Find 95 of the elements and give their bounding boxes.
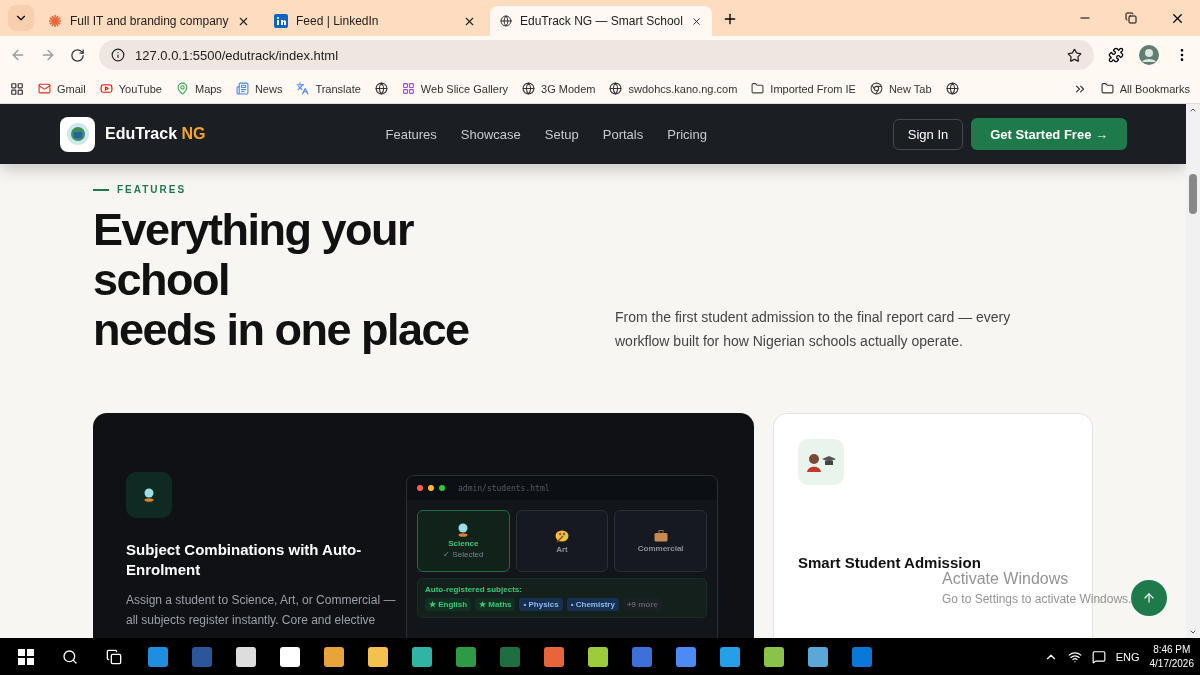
activation-title: Activate Windows — [942, 570, 1070, 588]
bookmark-item[interactable]: New Tab — [869, 82, 932, 95]
chrome-icon — [869, 82, 883, 95]
task-view-icon — [106, 648, 122, 665]
tab-search-button[interactable] — [8, 5, 34, 31]
nav-link[interactable]: Showcase — [460, 126, 521, 142]
language-indicator[interactable]: ENG — [1115, 650, 1140, 663]
stream-option[interactable]: Science ✓ Selected — [417, 510, 510, 572]
bookmark-item[interactable] — [945, 82, 959, 95]
bookmark-item[interactable] — [374, 82, 388, 95]
student-graduate-icon — [806, 451, 836, 473]
play-icon — [99, 82, 113, 95]
globe-icon — [374, 82, 388, 95]
subject-tag: +9 more — [622, 598, 662, 611]
search-icon — [62, 648, 78, 665]
selected-note: ✓ Selected — [443, 550, 484, 559]
linkedin-icon — [274, 14, 288, 28]
brand-name[interactable]: EduTrack NG — [105, 125, 206, 143]
browser-tab[interactable]: EduTrack NG — Smart School — [490, 6, 712, 36]
tab-title: Feed | LinkedIn — [296, 14, 380, 28]
feature-description: Assign a student to Science, Art, or Commercial — all subjects register instantly. Core and elective — [126, 592, 397, 629]
logo-icon[interactable] — [60, 116, 95, 152]
globe-icon — [500, 14, 512, 28]
slice-icon — [401, 82, 415, 95]
subjects-label: Auto-registered subjects: — [425, 585, 523, 594]
back-icon[interactable] — [10, 47, 26, 63]
forward-icon[interactable] — [40, 47, 56, 63]
subject-tag: ★ English — [425, 598, 472, 611]
palette-icon — [555, 528, 569, 543]
burst-icon — [48, 14, 62, 28]
bookmark-item[interactable]: Imported From IE — [751, 82, 856, 95]
nav-link[interactable]: Pricing — [667, 126, 707, 142]
info-icon[interactable] — [111, 48, 125, 62]
map-pin-icon — [175, 82, 189, 95]
activation-hint: Go to Settings to activate Windows. — [942, 592, 1132, 606]
restore-icon — [1125, 12, 1137, 24]
new-tab-icon[interactable] — [722, 11, 738, 27]
feature-title: Smart Student Admission — [798, 553, 982, 572]
crystal-ball-icon — [457, 523, 470, 537]
reload-icon[interactable] — [70, 47, 85, 63]
arrow-up-icon — [1142, 591, 1156, 605]
folder-icon — [1100, 82, 1114, 95]
feature-title: Subject Combinations with Auto-Enrolment — [126, 540, 363, 580]
folder-icon — [751, 82, 765, 95]
mockup-path: admin/students.html — [458, 483, 550, 493]
nav-link[interactable]: Setup — [544, 126, 579, 142]
bookmark-item[interactable]: YouTube — [99, 82, 162, 95]
section-eyebrow: FEATURES — [117, 184, 187, 195]
notification-icon[interactable] — [1091, 649, 1106, 664]
browser-tab[interactable]: Feed | LinkedIn — [264, 6, 486, 36]
bookmark-item[interactable]: All Bookmarks — [1100, 82, 1190, 95]
subject-tag: ★ Maths — [475, 598, 516, 611]
crystal-ball-icon — [143, 488, 155, 502]
translate-icon — [296, 82, 310, 95]
windows-logo-icon — [18, 648, 34, 665]
briefcase-icon — [653, 529, 668, 542]
subject-tag: • Physics — [519, 598, 563, 611]
apps-icon[interactable] — [10, 81, 24, 96]
subject-tag: • Chemistry — [566, 598, 619, 611]
section-heading: Everything your school needs in one place — [93, 205, 469, 355]
tab-title: EduTrack NG — Smart School — [519, 14, 683, 28]
tab-title: Full IT and branding company — [70, 14, 229, 28]
bookmark-item[interactable]: Gmail — [38, 82, 86, 95]
nav-link[interactable]: Portals — [602, 126, 644, 142]
bookmark-item[interactable]: 3G Modem — [522, 82, 596, 95]
mail-icon — [38, 82, 51, 95]
profile-avatar[interactable] — [1138, 44, 1160, 66]
get-started-button[interactable]: Get Started Free → — [971, 118, 1127, 150]
stream-option[interactable]: Commercial — [614, 510, 707, 572]
nav-link[interactable]: Features — [385, 126, 437, 142]
window-dot — [439, 485, 445, 491]
bookmark-item[interactable]: Translate — [296, 82, 361, 95]
address-bar[interactable]: 127.0.0.1:5500/edutrack/index.html — [99, 40, 1094, 70]
window-dot — [428, 485, 434, 491]
news-icon — [235, 82, 249, 95]
globe-icon — [945, 82, 959, 95]
extensions-icon[interactable] — [1108, 47, 1124, 63]
scroll-up-icon[interactable] — [1189, 106, 1197, 114]
bookmark-item[interactable]: Web Slice Gallery — [401, 82, 509, 95]
clock[interactable]: 8:46 PM 4/17/2026 — [1149, 642, 1194, 671]
bookmark-item[interactable]: swdohcs.kano.ng.com — [609, 82, 738, 95]
scroll-down-icon[interactable] — [1189, 628, 1197, 636]
bookmark-star-icon[interactable] — [1067, 47, 1082, 63]
scrollbar-thumb[interactable] — [1189, 174, 1197, 214]
globe-icon — [609, 82, 623, 95]
browser-tab[interactable]: Full IT and branding company — [38, 6, 260, 36]
scroll-top-button[interactable] — [1131, 580, 1167, 616]
bookmark-item[interactable]: News — [235, 82, 283, 95]
window-dot — [417, 485, 423, 491]
globe-icon — [522, 82, 536, 95]
stream-option[interactable]: Art — [515, 510, 609, 572]
bookmark-item[interactable]: Maps — [175, 82, 222, 95]
section-intro: From the first student admission to the final report card — every workflow built for how Nigerian schools actually operate. — [615, 308, 1012, 351]
wifi-icon[interactable] — [1067, 649, 1082, 664]
sign-in-button[interactable]: Sign In — [892, 118, 964, 150]
